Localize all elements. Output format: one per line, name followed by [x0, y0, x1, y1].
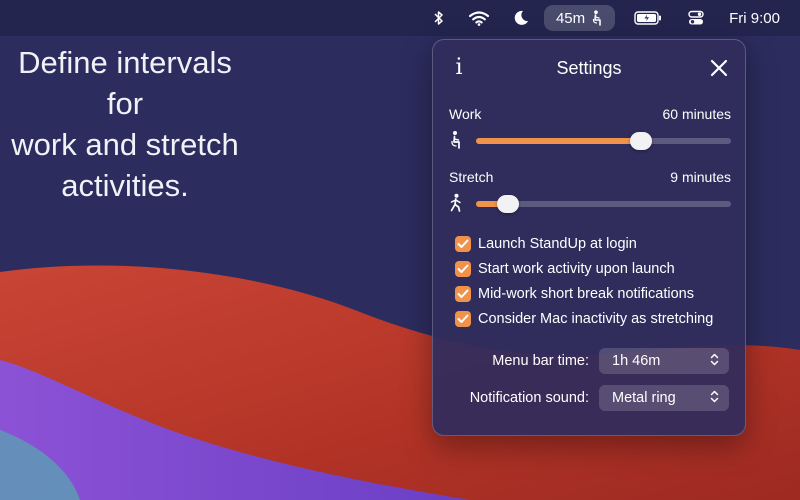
- checkbox[interactable]: [455, 235, 471, 252]
- caption-line: activities.: [61, 168, 189, 203]
- work-slider-fill: [476, 138, 642, 144]
- standup-menu-item[interactable]: 45m: [543, 5, 616, 31]
- notification-sound-select[interactable]: Metal ring: [599, 385, 729, 411]
- moon-icon[interactable]: [512, 10, 530, 26]
- menu-bar-time-label: Menu bar time:: [492, 353, 589, 369]
- menu-bar-time-select[interactable]: 1h 46m: [599, 348, 729, 374]
- battery-icon[interactable]: [633, 11, 663, 25]
- close-icon[interactable]: [709, 58, 729, 78]
- notification-sound-setting: Notification sound: Metal ring: [470, 385, 729, 411]
- option-start-work-on-launch[interactable]: Start work activity upon launch: [455, 256, 745, 281]
- menu-bar: 45m Fri 9:00: [0, 0, 800, 36]
- option-label: Mid-work short break notifications: [478, 285, 694, 302]
- marketing-caption: Define intervals for work and stretch ac…: [0, 42, 250, 206]
- work-label: Work: [449, 106, 482, 122]
- caption-line: Define intervals: [18, 45, 232, 80]
- option-inactivity-as-stretching[interactable]: Consider Mac inactivity as stretching: [455, 306, 745, 331]
- option-label: Launch StandUp at login: [478, 235, 637, 252]
- person-sitting-icon: [449, 130, 465, 150]
- stretch-slider[interactable]: [476, 195, 731, 213]
- control-center-icon[interactable]: [687, 10, 705, 26]
- menu-bar-time-value: 1h 46m: [612, 353, 661, 369]
- up-down-chevron-icon: [710, 353, 719, 370]
- caption-line: work and stretch: [11, 127, 239, 162]
- notification-sound-value: Metal ring: [612, 390, 676, 406]
- stretch-interval-setting: Stretch 9 minutes: [449, 169, 731, 215]
- menu-bar-time-setting: Menu bar time: 1h 46m: [492, 348, 729, 374]
- settings-popover: i Settings Work 60 minutes Stretch 9 min…: [432, 39, 746, 436]
- option-launch-at-login[interactable]: Launch StandUp at login: [455, 231, 745, 256]
- work-slider-knob[interactable]: [630, 132, 653, 150]
- option-label: Consider Mac inactivity as stretching: [478, 310, 714, 327]
- checkbox[interactable]: [455, 310, 471, 327]
- work-slider[interactable]: [476, 132, 731, 150]
- wifi-icon[interactable]: [468, 10, 490, 26]
- stretch-value: 9 minutes: [670, 169, 731, 185]
- work-value: 60 minutes: [662, 106, 731, 122]
- person-walking-icon: [449, 193, 465, 213]
- notification-sound-label: Notification sound:: [469, 390, 589, 406]
- standup-time-label: 45m: [555, 9, 586, 27]
- caption-line: for: [106, 86, 144, 121]
- menu-bar-clock[interactable]: Fri 9:00: [729, 10, 780, 27]
- person-sitting-icon: [592, 10, 601, 26]
- up-down-chevron-icon: [710, 390, 719, 407]
- stretch-slider-knob[interactable]: [497, 195, 520, 213]
- settings-title: Settings: [556, 58, 622, 78]
- stretch-label: Stretch: [449, 169, 494, 185]
- settings-header: i Settings: [433, 40, 745, 96]
- option-label: Start work activity upon launch: [478, 260, 675, 277]
- checkbox[interactable]: [455, 285, 471, 302]
- option-break-notifications[interactable]: Mid-work short break notifications: [455, 281, 745, 306]
- options-list: Launch StandUp at login Start work activ…: [455, 231, 745, 331]
- work-interval-setting: Work 60 minutes: [449, 106, 731, 152]
- bluetooth-icon[interactable]: [432, 10, 446, 26]
- checkbox[interactable]: [455, 260, 471, 277]
